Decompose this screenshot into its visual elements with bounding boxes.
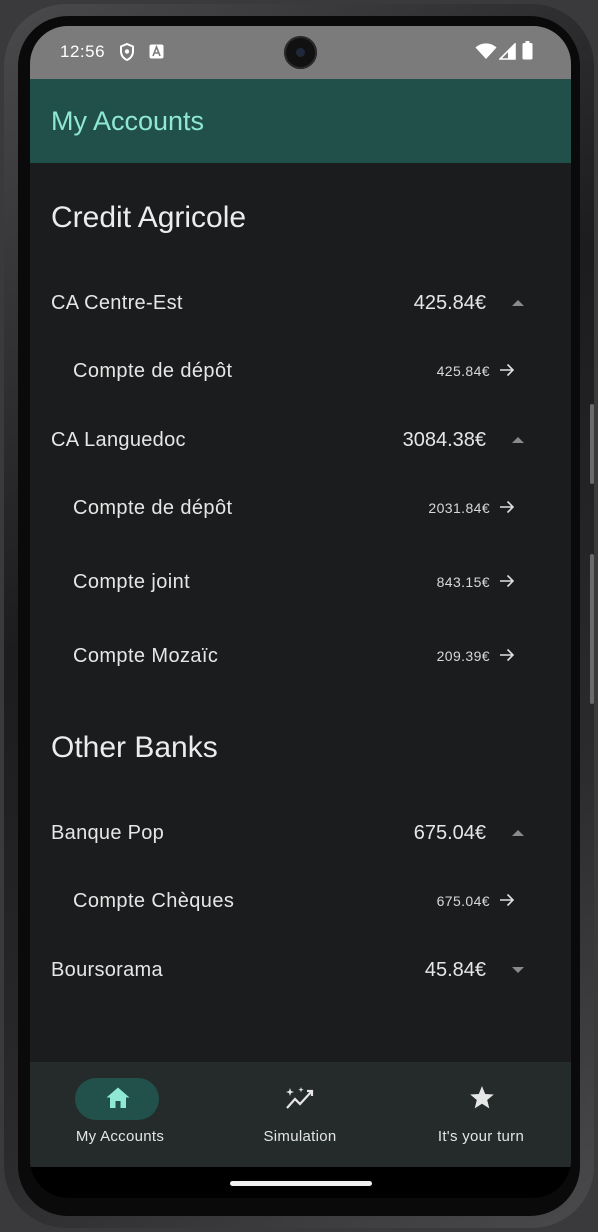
account-row[interactable]: Compte Chèques 675.04€ [30, 872, 571, 932]
bank-row[interactable]: CA Languedoc 3084.38€ [30, 411, 571, 471]
section-title: Credit Agricole [51, 201, 247, 234]
account-amount: 843.15€ [436, 574, 490, 590]
account-name: Compte de dépôt [73, 497, 233, 519]
account-row[interactable]: Compte joint 843.15€ [30, 553, 571, 613]
nav-label: Simulation [263, 1128, 337, 1145]
account-row[interactable]: Compte de dépôt 2031.84€ [30, 479, 571, 539]
account-amount: 2031.84€ [428, 500, 490, 516]
wifi-icon [475, 43, 497, 65]
nav-label: It's your turn [437, 1128, 525, 1145]
account-amount: 425.84€ [436, 363, 490, 379]
volume-button [590, 404, 594, 484]
signal-icon [498, 42, 516, 65]
status-bar: 12:56 [30, 26, 571, 79]
bank-name: CA Centre-Est [51, 292, 183, 314]
page-title: My Accounts [51, 106, 205, 136]
bank-name: Boursorama [51, 959, 163, 981]
battery-icon [522, 41, 533, 65]
arrow-right-icon[interactable] [499, 362, 515, 383]
account-row[interactable]: Compte Mozaïc 209.39€ [30, 627, 571, 687]
nav-item-my-accounts[interactable]: My Accounts [30, 1062, 210, 1167]
account-name: Compte Mozaïc [73, 645, 219, 667]
shield-icon [119, 42, 135, 66]
arrow-right-icon[interactable] [499, 892, 515, 913]
star-icon [469, 1085, 495, 1115]
bank-row[interactable]: Boursorama 45.84€ [30, 941, 571, 1001]
arrow-right-icon[interactable] [499, 573, 515, 594]
bank-name: CA Languedoc [51, 429, 186, 451]
account-amount: 209.39€ [436, 648, 490, 664]
account-row[interactable]: Compte de dépôt 425.84€ [30, 342, 571, 402]
arrow-right-icon[interactable] [499, 499, 515, 520]
status-time: 12:56 [60, 42, 106, 61]
keyboard-a-icon [149, 44, 164, 64]
power-button [590, 554, 594, 704]
home-icon [105, 1086, 131, 1115]
chevron-up-icon[interactable] [512, 437, 524, 443]
arrow-right-icon[interactable] [499, 647, 515, 668]
nav-item-simulation[interactable]: Simulation [210, 1062, 390, 1167]
top-app-bar: My Accounts [30, 79, 571, 163]
account-amount: 675.04€ [436, 893, 490, 909]
bank-total: 3084.38€ [402, 429, 486, 451]
bank-total: 675.04€ [413, 822, 486, 844]
gesture-handle[interactable] [230, 1181, 372, 1186]
front-camera [284, 36, 317, 69]
sparkle-chart-icon [285, 1086, 315, 1117]
chevron-up-icon[interactable] [512, 300, 524, 306]
account-name: Compte joint [73, 571, 191, 593]
bank-row[interactable]: CA Centre-Est 425.84€ [30, 274, 571, 334]
bank-total: 425.84€ [413, 292, 486, 314]
bank-total: 45.84€ [424, 959, 486, 981]
nav-item-its-your-turn[interactable]: It's your turn [391, 1062, 571, 1167]
chevron-down-icon[interactable] [512, 967, 524, 973]
bank-name: Banque Pop [51, 822, 165, 844]
bank-row[interactable]: Banque Pop 675.04€ [30, 804, 571, 864]
screen: 12:56 My Accounts Credit Agricole CA Cen… [30, 26, 571, 1198]
nav-label: My Accounts [75, 1128, 165, 1145]
accounts-list: Credit Agricole CA Centre-Est 425.84€ Co… [30, 163, 571, 1063]
account-name: Compte de dépôt [73, 360, 233, 382]
bottom-navigation: My Accounts Simulation It's your turn [30, 1062, 571, 1167]
chevron-up-icon[interactable] [512, 830, 524, 836]
account-name: Compte Chèques [73, 890, 235, 912]
section-title: Other Banks [51, 731, 218, 764]
